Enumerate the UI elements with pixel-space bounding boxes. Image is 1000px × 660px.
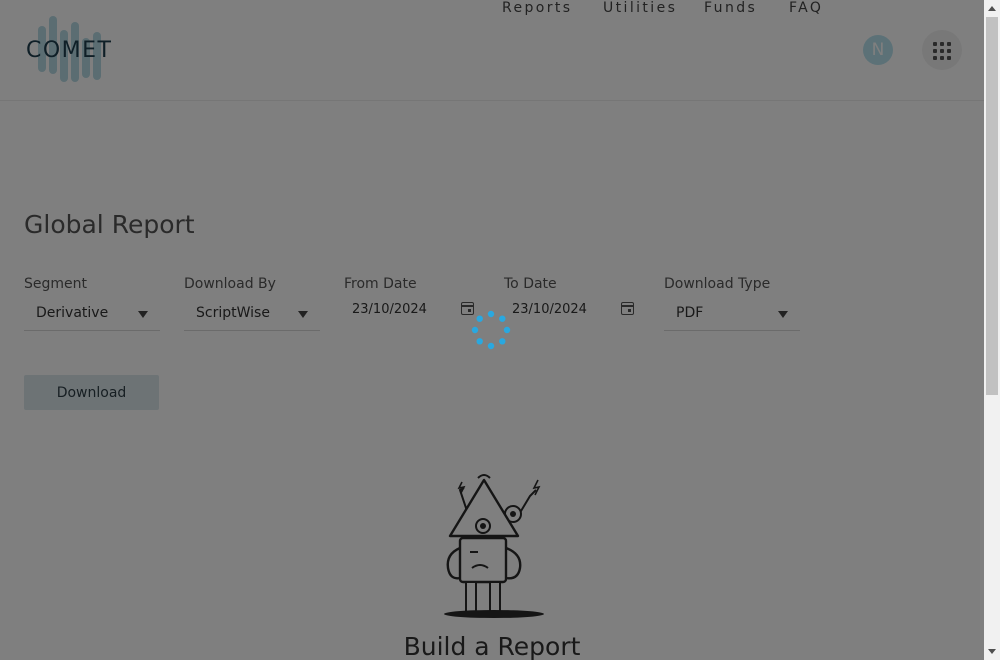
page-scrollbar[interactable] <box>984 0 1000 660</box>
page: COMET Reports Utilities Funds FAQ N Glob… <box>0 0 984 660</box>
scroll-down-arrow-icon[interactable] <box>988 649 996 654</box>
scroll-up-arrow-icon[interactable] <box>988 6 996 11</box>
spinner-icon <box>471 310 511 350</box>
scroll-thumb[interactable] <box>986 17 998 395</box>
